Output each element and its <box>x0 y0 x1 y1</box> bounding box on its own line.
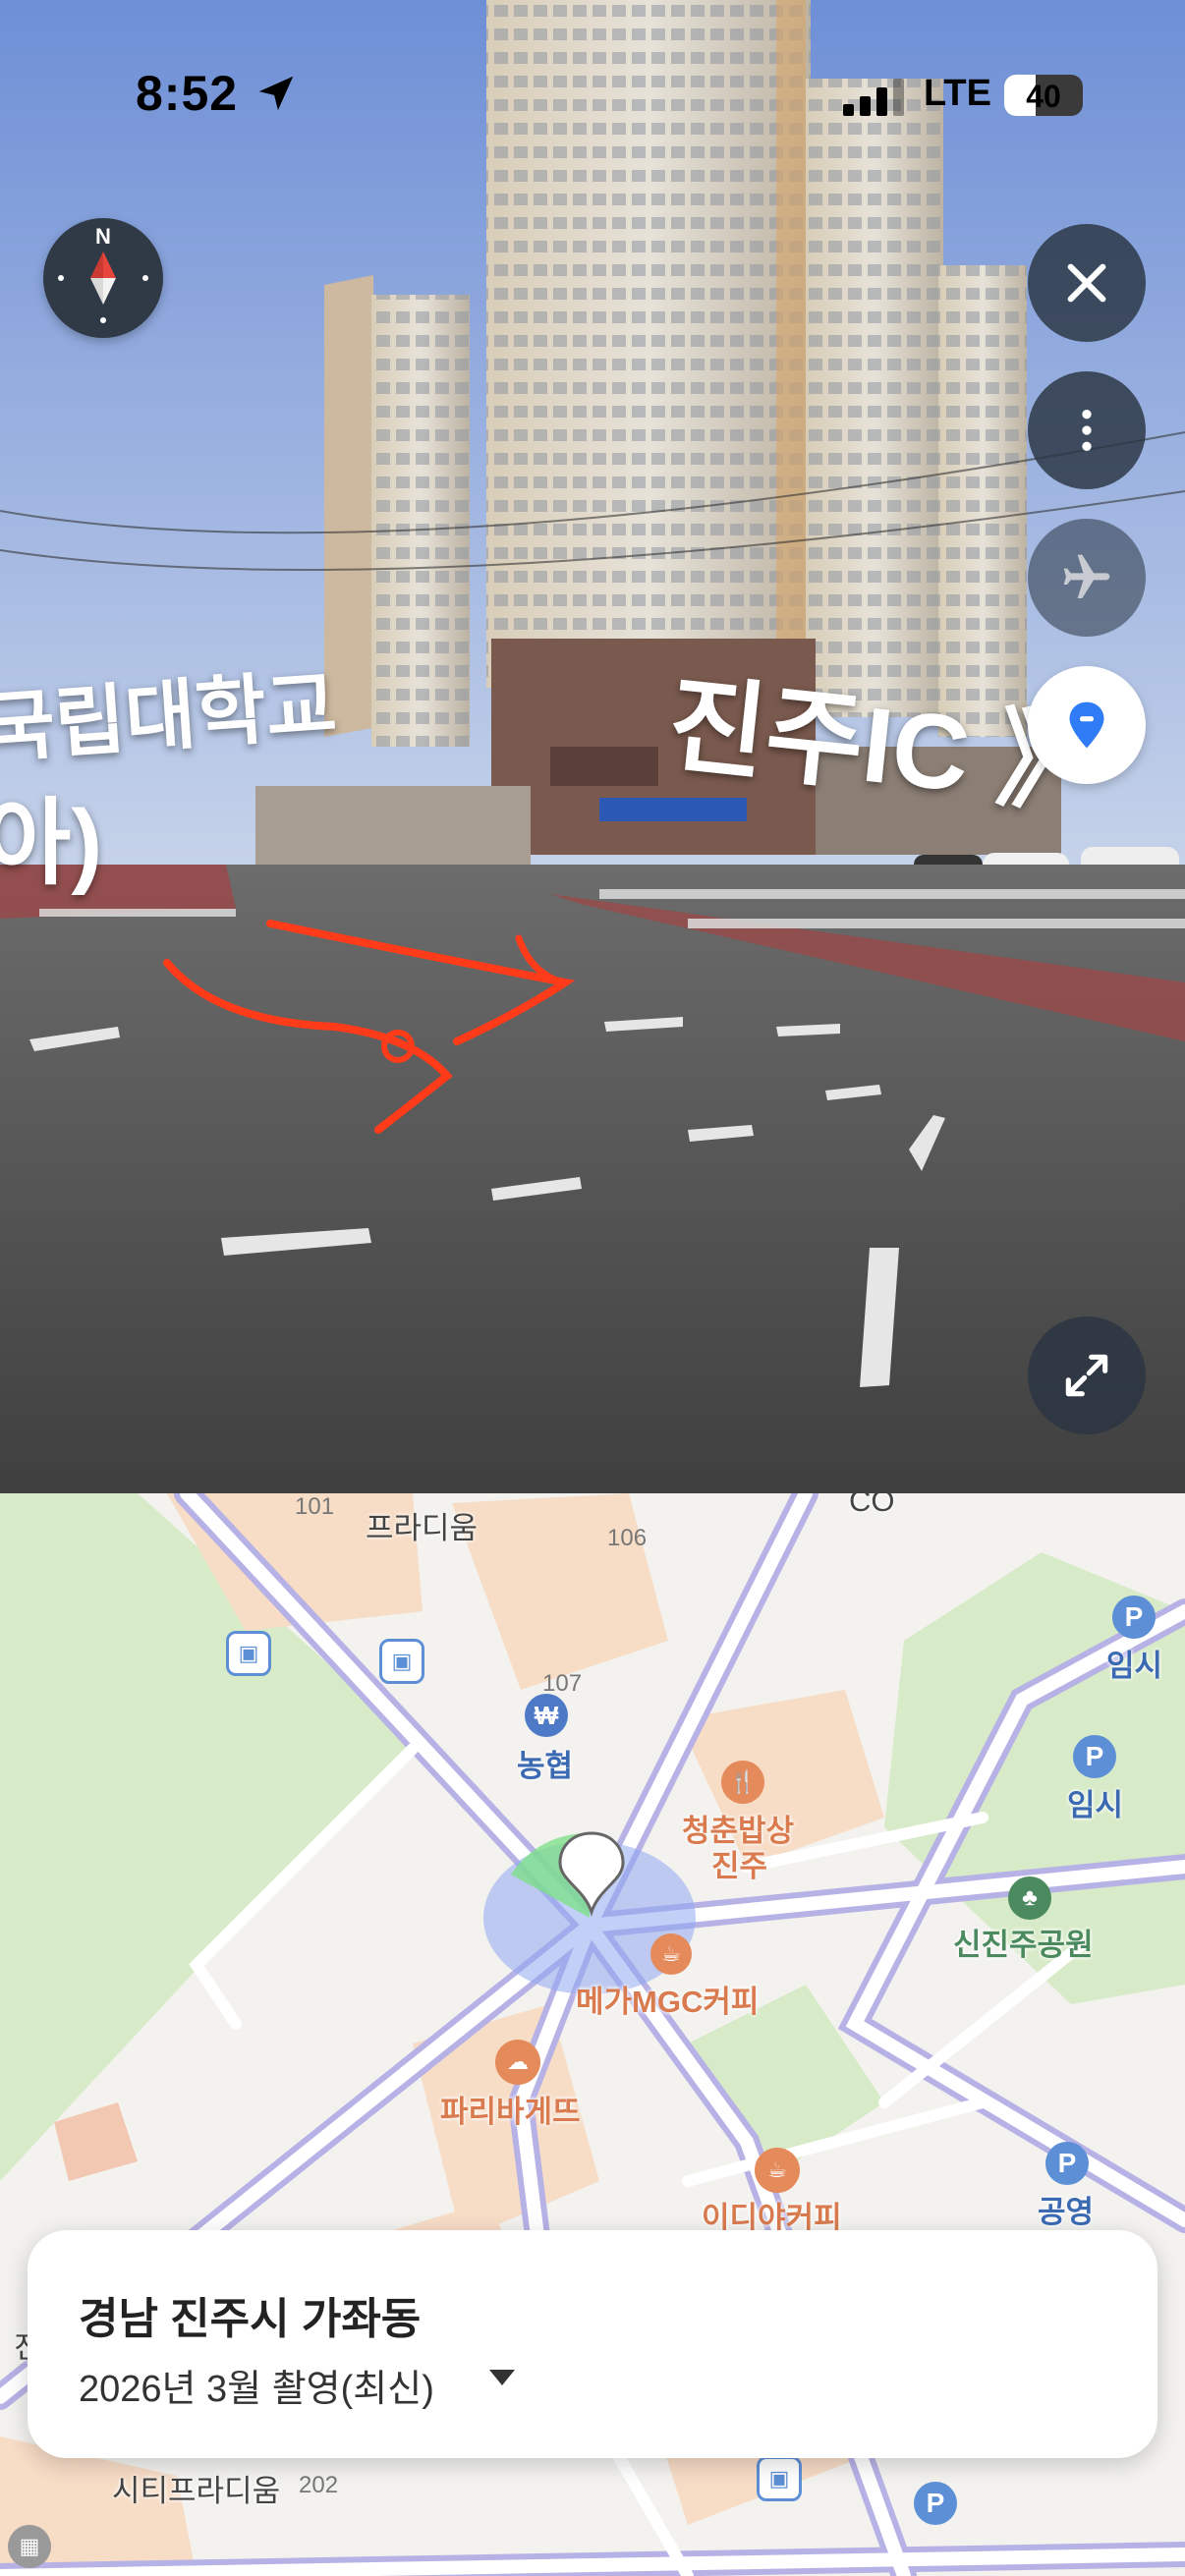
close-button[interactable] <box>1028 224 1146 342</box>
building-number-202: 202 <box>299 2472 339 2498</box>
building-number-106: 106 <box>607 1525 648 1551</box>
poi-parking-temp-1[interactable]: 임시 <box>1106 1641 1162 1685</box>
poi-mega-mgc-coffee[interactable]: 메가MGC커피 <box>576 1977 759 2021</box>
more-options-button[interactable] <box>1028 371 1146 489</box>
location-arrow-icon <box>258 76 294 111</box>
poi-nonghyup[interactable]: 농협 <box>517 1741 573 1785</box>
fullscreen-button[interactable] <box>1028 1316 1146 1434</box>
restaurant-icon[interactable]: 🍴 <box>721 1761 764 1804</box>
close-icon <box>1067 263 1106 303</box>
current-location-marker-icon <box>558 1831 625 1917</box>
parking-icon[interactable]: P <box>1045 2142 1089 2185</box>
more-vertical-icon <box>1082 410 1092 451</box>
battery-level: 40 <box>1026 79 1061 114</box>
poi-city-paradium[interactable]: 시티프라디움 <box>112 2466 280 2510</box>
poi-parking-temp-2[interactable]: 임시 <box>1067 1780 1123 1824</box>
status-time: 8:52 <box>136 66 239 121</box>
expand-icon <box>1065 1354 1108 1397</box>
poi-sinjinju-park[interactable]: 신진주공원 <box>953 1920 1094 1964</box>
battery-icon: 40 <box>1004 75 1083 116</box>
bank-icon[interactable]: ₩ <box>525 1694 568 1737</box>
overlay-label-university-tail: 아) <box>0 791 103 896</box>
bus-stop-icon[interactable]: ▣ <box>226 1631 271 1676</box>
status-bar: 8:52 LTE 40 <box>0 0 1185 196</box>
address-label: 경남 진주시 가좌동 <box>79 2295 422 2343</box>
location-pin-button[interactable] <box>1028 666 1146 784</box>
poi-co: CO <box>849 1493 895 1518</box>
chevron-down-icon[interactable] <box>489 2370 515 2385</box>
cafe-icon[interactable]: ☕ <box>755 2148 800 2193</box>
bus-stop-icon[interactable]: ▣ <box>379 1639 424 1684</box>
location-info-card[interactable]: 경남 진주시 가좌동 2026년 3월 촬영(최신) <box>28 2230 1157 2458</box>
parking-icon[interactable]: P <box>1073 1735 1116 1778</box>
network-type: LTE <box>924 73 991 114</box>
poi-cheongchun-branch: 진주 <box>711 1849 768 1883</box>
location-pin-icon <box>1069 701 1104 749</box>
parking-icon[interactable]: P <box>1112 1596 1156 1639</box>
bus-stop-icon[interactable]: ▣ <box>757 2456 802 2501</box>
poi-paris-baguette[interactable]: 파리바게뜨 <box>440 2087 581 2131</box>
aerial-view-button[interactable] <box>1028 519 1146 637</box>
compass-button[interactable]: N <box>43 218 163 338</box>
cafe-icon[interactable]: ☕ <box>650 1933 692 1975</box>
parking-icon[interactable]: P <box>914 2482 957 2525</box>
airplane-icon <box>1063 554 1110 598</box>
bakery-icon[interactable]: ☁ <box>495 2040 540 2085</box>
building-number-101: 101 <box>295 1493 335 1520</box>
poi-paradium-top[interactable]: 프라디움 <box>366 1503 478 1547</box>
park-icon[interactable]: ♣ <box>1008 1876 1051 1920</box>
signal-bars-icon <box>843 79 904 116</box>
street-view-panorama[interactable]: 국립대학교 아) 진주IC 》 8:52 LTE 40 N <box>0 0 1185 1493</box>
capture-date-selector[interactable]: 2026년 3월 촬영(최신) <box>79 2358 434 2412</box>
poi-parking-public[interactable]: 공영 <box>1038 2187 1094 2231</box>
building-icon[interactable]: ▦ <box>8 2525 51 2568</box>
compass-needle-icon <box>58 252 148 323</box>
